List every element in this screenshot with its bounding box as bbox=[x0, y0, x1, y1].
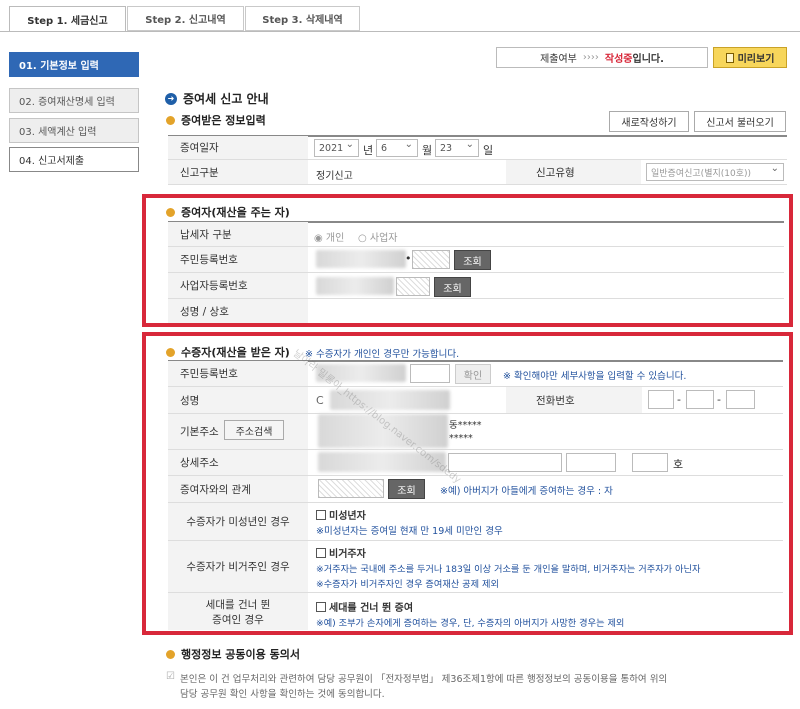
report-type-value: 정기신고 bbox=[316, 171, 353, 182]
sidebar-item-submit[interactable]: 04. 신고서제출 bbox=[9, 147, 139, 172]
bullet-icon bbox=[166, 115, 175, 125]
report-kind-select[interactable]: 일반증여신고(별지(10호)) bbox=[646, 163, 784, 181]
donee-highlight-box bbox=[142, 332, 793, 635]
report-kind-label: 신고유형 bbox=[506, 160, 641, 184]
tab-divider bbox=[0, 31, 800, 32]
sidebar-item-tax-calc[interactable]: 03. 세액계산 입력 bbox=[9, 118, 139, 143]
consent-section-title: 행정정보 공동이용 동의서 bbox=[166, 646, 300, 662]
tab-tax-report[interactable]: Step 1. 세금신고 bbox=[9, 6, 126, 32]
page-title: ➜ 증여세 신고 안내 bbox=[165, 90, 269, 107]
status-arrows: ›››› bbox=[582, 52, 599, 63]
tab-report-history[interactable]: Step 2. 신고내역 bbox=[127, 6, 244, 31]
status-label: 제출여부 bbox=[540, 54, 577, 65]
year-unit: 년 bbox=[363, 144, 374, 157]
tab-deleted-history[interactable]: Step 3. 삭제내역 bbox=[245, 6, 360, 31]
gift-date-label: 증여일자 bbox=[168, 136, 308, 159]
bullet-icon bbox=[166, 649, 175, 659]
day-select[interactable]: 23 bbox=[435, 139, 479, 157]
day-unit: 일 bbox=[483, 144, 494, 157]
arrow-circle-icon: ➜ bbox=[165, 92, 177, 105]
submit-status-box: 제출여부 ›››› 작성중입니다. bbox=[496, 47, 708, 68]
received-section-title: 증여받은 정보입력 bbox=[166, 112, 266, 128]
month-select[interactable]: 6 bbox=[376, 139, 418, 157]
new-write-button[interactable]: 새로작성하기 bbox=[609, 111, 689, 132]
year-select[interactable]: 2021 bbox=[314, 139, 359, 157]
report-type-label: 신고구분 bbox=[168, 160, 308, 184]
load-report-button[interactable]: 신고서 불러오기 bbox=[694, 111, 786, 132]
donor-highlight-box bbox=[142, 194, 793, 327]
sidebar-item-basic-info[interactable]: 01. 기본정보 입력 bbox=[9, 52, 139, 77]
month-unit: 월 bbox=[422, 144, 433, 157]
consent-text-1: 본인은 이 건 업무처리와 관련하여 담당 공무원이 「전자정부법」 제36조제… bbox=[180, 674, 668, 685]
consent-text-2: 담당 공무원 확인 사항을 확인하는 것에 동의합니다. bbox=[180, 689, 385, 700]
preview-button[interactable]: 미리보기 bbox=[713, 47, 787, 68]
consent-checkbox[interactable]: ☑ bbox=[166, 671, 175, 682]
status-value: 작성중입니다. bbox=[604, 54, 664, 65]
document-icon bbox=[725, 52, 734, 63]
sidebar-item-gift-property[interactable]: 02. 증여재산명세 입력 bbox=[9, 88, 139, 113]
